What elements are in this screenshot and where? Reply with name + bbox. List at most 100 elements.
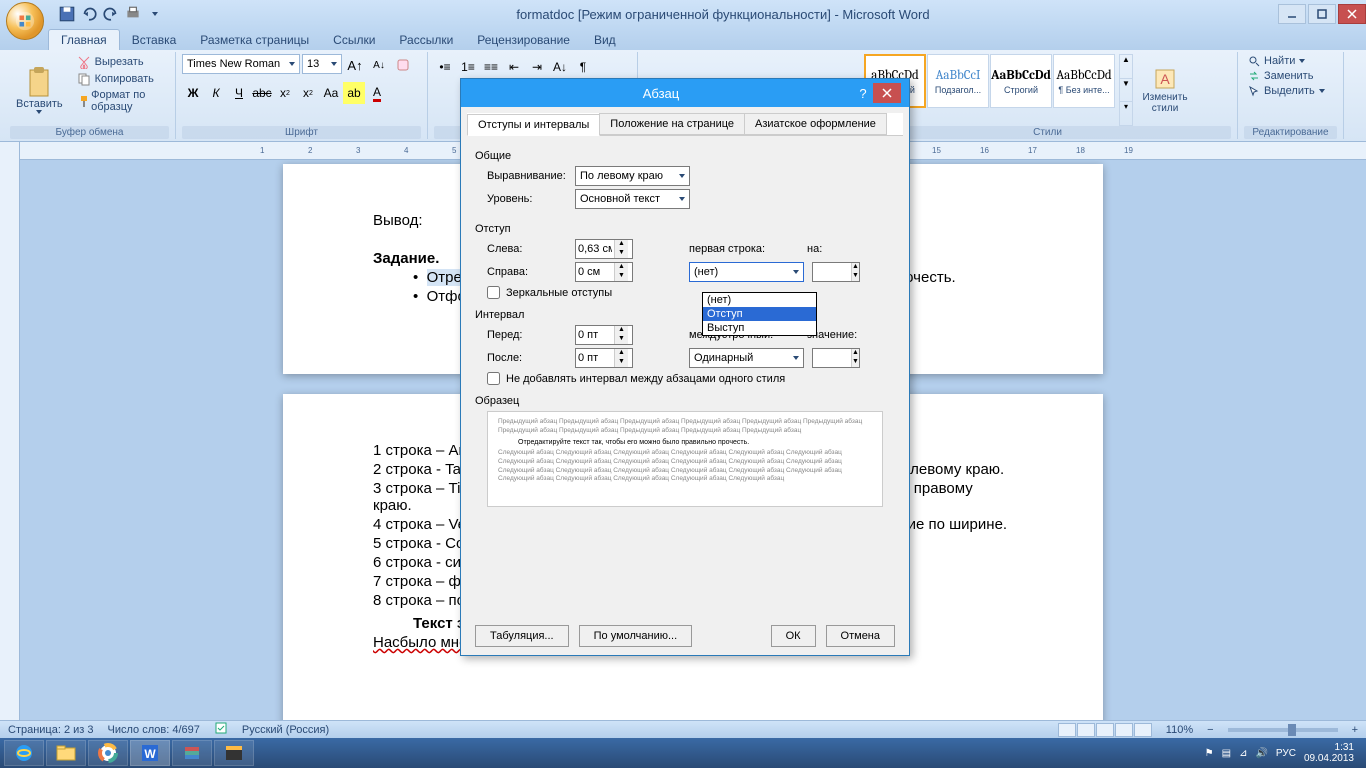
- dialog-tab-page-position[interactable]: Положение на странице: [599, 113, 745, 135]
- tab-references[interactable]: Ссылки: [321, 30, 387, 50]
- copy-button[interactable]: Копировать: [73, 71, 169, 87]
- dialog-tab-indents[interactable]: Отступы и интервалы: [467, 114, 600, 136]
- tray-clock[interactable]: 1:31 09.04.2013: [1304, 742, 1354, 764]
- tabs-button[interactable]: Табуляция...: [475, 625, 569, 647]
- dialog-help-button[interactable]: ?: [853, 86, 873, 101]
- dialog-titlebar[interactable]: Абзац ?: [461, 79, 909, 107]
- before-input[interactable]: [576, 329, 614, 341]
- format-painter-button[interactable]: Формат по образцу: [73, 88, 169, 114]
- status-zoom[interactable]: 110%: [1166, 724, 1193, 736]
- superscript-button[interactable]: x2: [297, 82, 319, 104]
- default-button[interactable]: По умолчанию...: [579, 625, 693, 647]
- level-combo[interactable]: Основной текст: [575, 189, 690, 209]
- spin-down[interactable]: ▼: [615, 335, 628, 344]
- dialog-close-button[interactable]: [873, 83, 901, 103]
- tab-page-layout[interactable]: Разметка страницы: [188, 30, 321, 50]
- tray-volume-icon[interactable]: 🔊: [1255, 748, 1267, 759]
- spin-up[interactable]: ▲: [852, 263, 859, 272]
- tab-home[interactable]: Главная: [48, 29, 120, 50]
- spin-up[interactable]: ▲: [615, 326, 628, 335]
- by-input[interactable]: [813, 266, 851, 278]
- after-spin[interactable]: ▲▼: [575, 348, 633, 368]
- style-strong[interactable]: AaBbCcDdСтрогий: [990, 54, 1052, 108]
- mirror-checkbox[interactable]: [487, 286, 500, 299]
- view-outline[interactable]: [1115, 723, 1133, 737]
- gallery-up-button[interactable]: ▲: [1120, 55, 1132, 78]
- grow-font-button[interactable]: A↑: [344, 54, 366, 76]
- after-input[interactable]: [576, 352, 614, 364]
- paste-button[interactable]: Вставить: [10, 54, 69, 126]
- find-button[interactable]: Найти: [1244, 54, 1329, 68]
- highlight-button[interactable]: ab: [343, 82, 365, 104]
- align-combo[interactable]: По левому краю: [575, 166, 690, 186]
- spin-up[interactable]: ▲: [615, 240, 628, 249]
- zoom-in-button[interactable]: +: [1352, 724, 1358, 736]
- status-page[interactable]: Страница: 2 из 3: [8, 724, 94, 736]
- vertical-ruler[interactable]: [0, 142, 20, 720]
- increase-indent-button[interactable]: ⇥: [526, 56, 548, 78]
- proofing-icon[interactable]: [214, 721, 228, 738]
- change-styles-button[interactable]: A Изменить стили: [1137, 54, 1193, 126]
- gallery-more-button[interactable]: ▾: [1120, 101, 1132, 125]
- taskbar-clapper[interactable]: [214, 740, 254, 766]
- tab-review[interactable]: Рецензирование: [465, 30, 582, 50]
- tray-language[interactable]: РУС: [1276, 748, 1296, 759]
- redo-icon[interactable]: [102, 5, 120, 23]
- spin-down[interactable]: ▼: [615, 249, 628, 258]
- replace-button[interactable]: Заменить: [1244, 69, 1329, 83]
- subscript-button[interactable]: x2: [274, 82, 296, 104]
- zoom-out-button[interactable]: −: [1207, 724, 1213, 736]
- tab-view[interactable]: Вид: [582, 30, 628, 50]
- at-input[interactable]: [813, 352, 851, 364]
- italic-button[interactable]: К: [205, 82, 227, 104]
- maximize-button[interactable]: [1308, 4, 1336, 24]
- before-spin[interactable]: ▲▼: [575, 325, 633, 345]
- nospace-checkbox[interactable]: [487, 372, 500, 385]
- dialog-tab-asian[interactable]: Азиатское оформление: [744, 113, 887, 135]
- bullets-button[interactable]: •≡: [434, 56, 456, 78]
- spin-up[interactable]: ▲: [852, 349, 859, 358]
- gallery-down-button[interactable]: ▼: [1120, 78, 1132, 102]
- spin-up[interactable]: ▲: [615, 263, 628, 272]
- status-language[interactable]: Русский (Россия): [242, 724, 329, 736]
- spin-down[interactable]: ▼: [852, 272, 859, 281]
- spin-down[interactable]: ▼: [852, 358, 859, 367]
- spin-down[interactable]: ▼: [615, 358, 628, 367]
- show-marks-button[interactable]: ¶: [572, 56, 594, 78]
- view-web[interactable]: [1096, 723, 1114, 737]
- tab-mailings[interactable]: Рассылки: [387, 30, 465, 50]
- style-nospacing[interactable]: AaBbCcDd¶ Без инте...: [1053, 54, 1115, 108]
- ok-button[interactable]: ОК: [771, 625, 816, 647]
- left-indent-spin[interactable]: ▲▼: [575, 239, 633, 259]
- right-indent-spin[interactable]: ▲▼: [575, 262, 633, 282]
- linespacing-combo[interactable]: Одинарный: [689, 348, 804, 368]
- undo-icon[interactable]: [80, 5, 98, 23]
- tray-action-center-icon[interactable]: ▤: [1222, 748, 1231, 759]
- tab-insert[interactable]: Вставка: [120, 30, 189, 50]
- taskbar-explorer[interactable]: [46, 740, 86, 766]
- close-button[interactable]: [1338, 4, 1366, 24]
- cut-button[interactable]: Вырезать: [73, 54, 169, 70]
- minimize-button[interactable]: [1278, 4, 1306, 24]
- strikethrough-button[interactable]: abc: [251, 82, 273, 104]
- view-print-layout[interactable]: [1058, 723, 1076, 737]
- change-case-button[interactable]: Aa: [320, 82, 342, 104]
- dropdown-option-indent[interactable]: Отступ: [703, 307, 816, 321]
- mirror-indents-check[interactable]: Зеркальные отступы: [487, 286, 895, 299]
- numbering-button[interactable]: 1≡: [457, 56, 479, 78]
- bold-button[interactable]: Ж: [182, 82, 204, 104]
- print-icon[interactable]: [124, 5, 142, 23]
- left-indent-input[interactable]: [576, 243, 614, 255]
- dropdown-option-none[interactable]: (нет): [703, 293, 816, 307]
- font-size-combo[interactable]: 13: [302, 54, 342, 74]
- taskbar-ie[interactable]: [4, 740, 44, 766]
- at-spin[interactable]: ▲▼: [812, 348, 860, 368]
- dropdown-option-hanging[interactable]: Выступ: [703, 321, 816, 335]
- font-family-combo[interactable]: Times New Roman: [182, 54, 300, 74]
- taskbar-chrome[interactable]: [88, 740, 128, 766]
- cancel-button[interactable]: Отмена: [826, 625, 895, 647]
- tray-flag-icon[interactable]: ⚑: [1205, 748, 1214, 759]
- office-button[interactable]: [6, 2, 44, 40]
- firstline-combo[interactable]: (нет): [689, 262, 804, 282]
- select-button[interactable]: Выделить: [1244, 84, 1329, 98]
